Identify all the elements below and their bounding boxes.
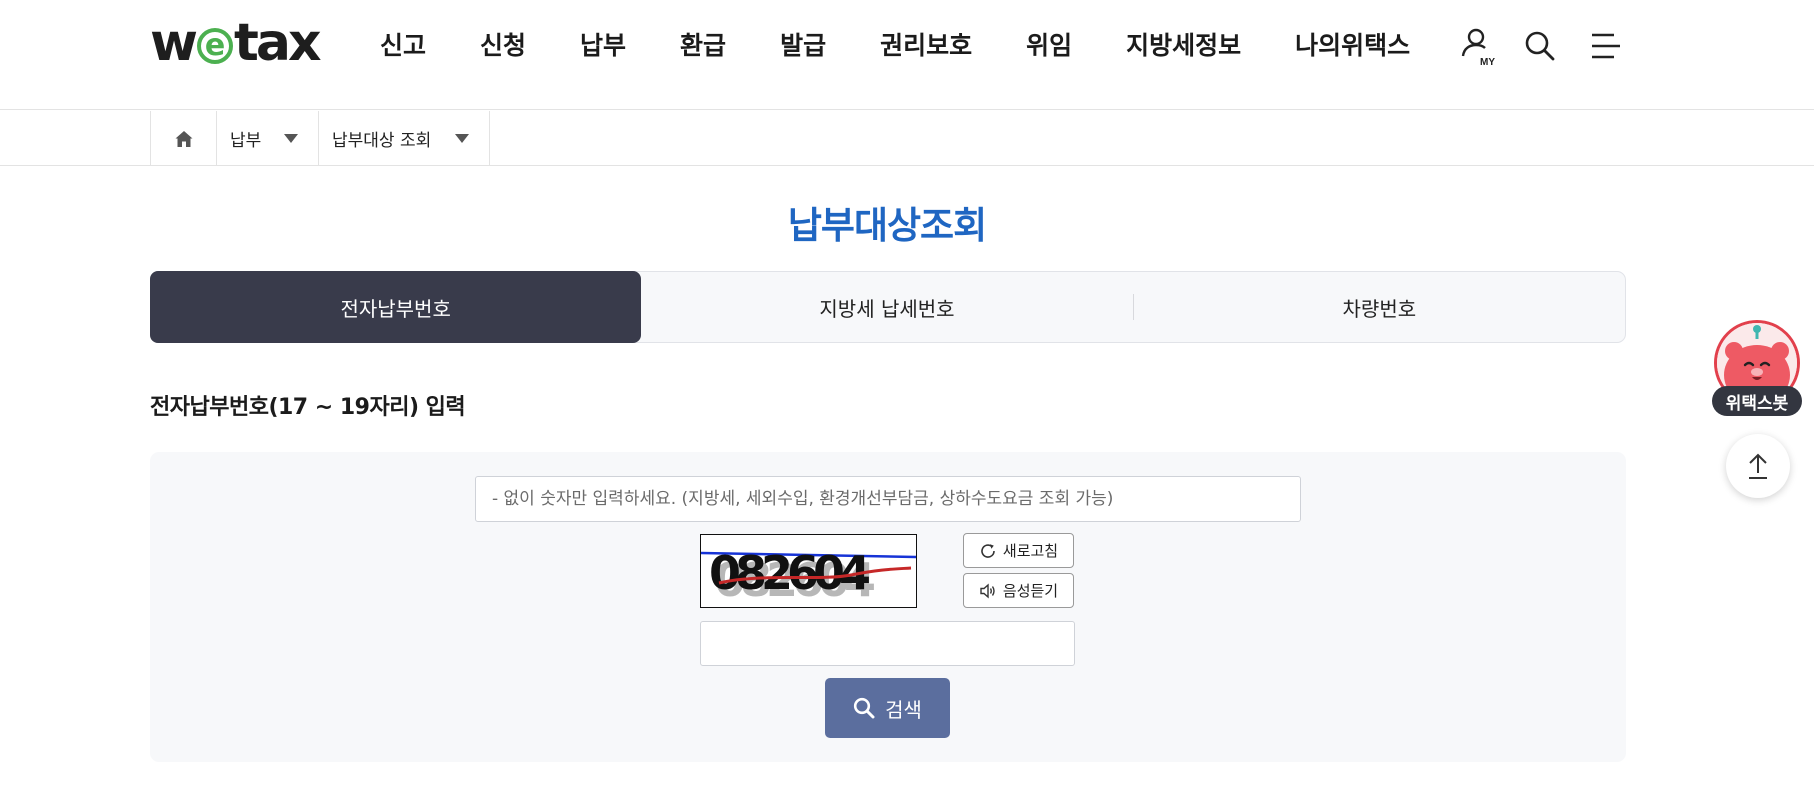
nav-issue[interactable]: 발급 — [780, 26, 826, 66]
captcha-refresh-button[interactable]: 새로고침 — [963, 533, 1074, 568]
tab-electronic-payment-number[interactable]: 전자납부번호 — [150, 271, 642, 343]
main-navigation: 신고 신청 납부 환급 발급 권리보호 위임 지방세정보 나의위택스 — [380, 26, 1410, 66]
page-title: 납부대상조회 — [787, 204, 987, 247]
captcha-audio-label: 음성듣기 — [1002, 582, 1059, 600]
nav-report[interactable]: 신고 — [380, 26, 426, 66]
home-icon[interactable] — [151, 111, 217, 166]
breadcrumb-level1-dropdown[interactable]: 납부 — [217, 111, 319, 166]
chevron-down-icon — [284, 134, 298, 143]
chatbot-button[interactable]: 위택스봇 — [1712, 316, 1804, 420]
captcha-answer-input[interactable] — [700, 621, 1075, 666]
my-page-icon[interactable]: MY — [1458, 26, 1498, 66]
search-icon — [853, 697, 875, 719]
breadcrumb-bar: 납부 납부대상 조회 — [0, 111, 1814, 166]
nav-rights-protection[interactable]: 권리보호 — [880, 26, 972, 66]
lookup-type-tabs: 전자납부번호 지방세 납세번호 차량번호 — [150, 271, 1626, 343]
breadcrumb-level2-dropdown[interactable]: 납부대상 조회 — [319, 111, 490, 166]
nav-apply[interactable]: 신청 — [480, 26, 526, 66]
nav-local-tax-info[interactable]: 지방세정보 — [1126, 26, 1241, 66]
section-label: 전자납부번호(17 ~ 19자리) 입력 — [150, 395, 466, 420]
nav-refund[interactable]: 환급 — [680, 26, 726, 66]
wetax-logo[interactable]: w e tax — [150, 13, 322, 73]
electronic-payment-number-input[interactable] — [475, 476, 1301, 522]
refresh-icon — [981, 543, 995, 558]
site-header: w e tax 신고 신청 납부 환급 발급 권리보호 위임 지방세정보 나의위택스… — [0, 0, 1814, 110]
search-icon[interactable] — [1520, 26, 1560, 66]
captcha-image: 082604 082604 — [700, 534, 917, 608]
tab-vehicle-number[interactable]: 차량번호 — [1134, 272, 1625, 342]
nav-delegation[interactable]: 위임 — [1026, 26, 1072, 66]
nav-my-wetax[interactable]: 나의위택스 — [1295, 26, 1410, 66]
search-panel: 082604 082604 새로고침 음성듣기 검색 — [150, 452, 1626, 762]
my-badge: MY — [1480, 57, 1495, 66]
nav-payment[interactable]: 납부 — [580, 26, 626, 66]
search-button-label: 검색 — [885, 697, 922, 722]
breadcrumb-level2-label: 납부대상 조회 — [332, 131, 432, 151]
speaker-icon — [980, 582, 995, 599]
menu-icon[interactable] — [1586, 26, 1626, 66]
breadcrumb: 납부 납부대상 조회 — [150, 111, 490, 166]
scroll-to-top-button[interactable] — [1726, 434, 1790, 498]
search-button[interactable]: 검색 — [825, 678, 950, 738]
chatbot-label: 위택스봇 — [1712, 386, 1802, 416]
tab-local-tax-number[interactable]: 지방세 납세번호 — [641, 272, 1132, 342]
captcha-refresh-label: 새로고침 — [1002, 542, 1059, 560]
chevron-down-icon — [455, 134, 469, 143]
logo-text-w: w — [150, 13, 198, 73]
logo-text-tax: tax — [234, 13, 321, 73]
captcha-text: 082604 — [709, 546, 869, 600]
logo-e-mark: e — [197, 28, 234, 64]
captcha-audio-button[interactable]: 음성듣기 — [963, 573, 1074, 608]
breadcrumb-level1-label: 납부 — [230, 131, 262, 151]
arrow-up-icon — [1749, 453, 1767, 479]
